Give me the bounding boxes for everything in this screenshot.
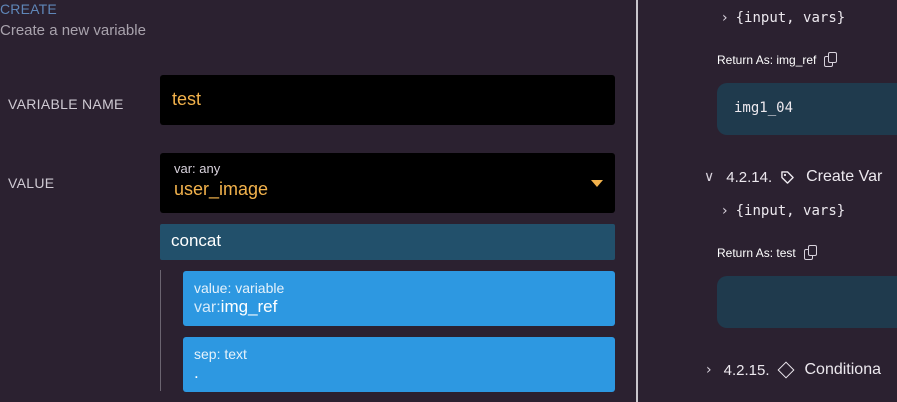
args-toggle-top[interactable]: › {input, vars} (722, 10, 845, 26)
tree-connector (160, 270, 161, 391)
variable-name-label: VARIABLE NAME (8, 96, 124, 112)
copy-icon[interactable] (803, 245, 818, 261)
return-as-label: Return As: img_ref (717, 53, 817, 67)
chevron-down-icon: ∨ (704, 169, 715, 185)
tag-icon (781, 170, 794, 184)
diamond-icon (777, 361, 795, 379)
value-type-hint: var: any (174, 161, 221, 176)
outline-panel: › {input, vars} Return As: img_ref img1_0… (638, 0, 897, 402)
return-value-code: img1_04 (717, 83, 897, 135)
card-hint: value: variable (194, 280, 285, 296)
card-prefix: var: (194, 299, 221, 316)
card-hint: sep: text (194, 346, 247, 362)
args-text: {input, vars} (735, 10, 846, 26)
return-as-row: Return As: img_ref (717, 52, 838, 68)
panel-title: CREATE (0, 1, 57, 17)
card-value: img_ref (220, 297, 278, 316)
chevron-right-icon: › (722, 203, 728, 219)
section-title: Create Var (806, 168, 883, 185)
create-variable-panel: CREATE Create a new variable VARIABLE NA… (0, 0, 636, 402)
args-toggle[interactable]: › {input, vars} (722, 203, 845, 219)
args-text: {input, vars} (735, 203, 846, 219)
concat-operation[interactable]: concat (160, 224, 615, 260)
variable-name-input[interactable]: test (160, 75, 615, 125)
concat-item-variable[interactable]: value: variable var:img_ref (183, 271, 615, 326)
chevron-right-icon: › (706, 362, 712, 378)
value-selected: user_image (174, 179, 269, 199)
panel-subtitle: Create a new variable (0, 22, 146, 39)
section-number: 4.2.15. (723, 361, 770, 379)
concat-item-separator[interactable]: sep: text . (183, 337, 615, 392)
return-value-code (717, 276, 897, 328)
return-as-row: Return As: test (717, 245, 818, 261)
card-value: . (194, 363, 199, 382)
value-label: VALUE (8, 175, 55, 191)
section-number: 4.2.14. (726, 168, 773, 186)
return-as-label: Return As: test (717, 246, 796, 260)
chevron-down-icon[interactable] (591, 180, 603, 187)
copy-icon[interactable] (824, 52, 838, 68)
chevron-right-icon: › (722, 10, 728, 26)
value-dropdown[interactable]: var: any user_image (160, 153, 615, 213)
section-conditional[interactable]: › 4.2.15. Conditiona (706, 361, 881, 379)
section-title: Conditiona (804, 361, 881, 378)
section-create-variable[interactable]: ∨ 4.2.14. Create Var (704, 168, 882, 186)
